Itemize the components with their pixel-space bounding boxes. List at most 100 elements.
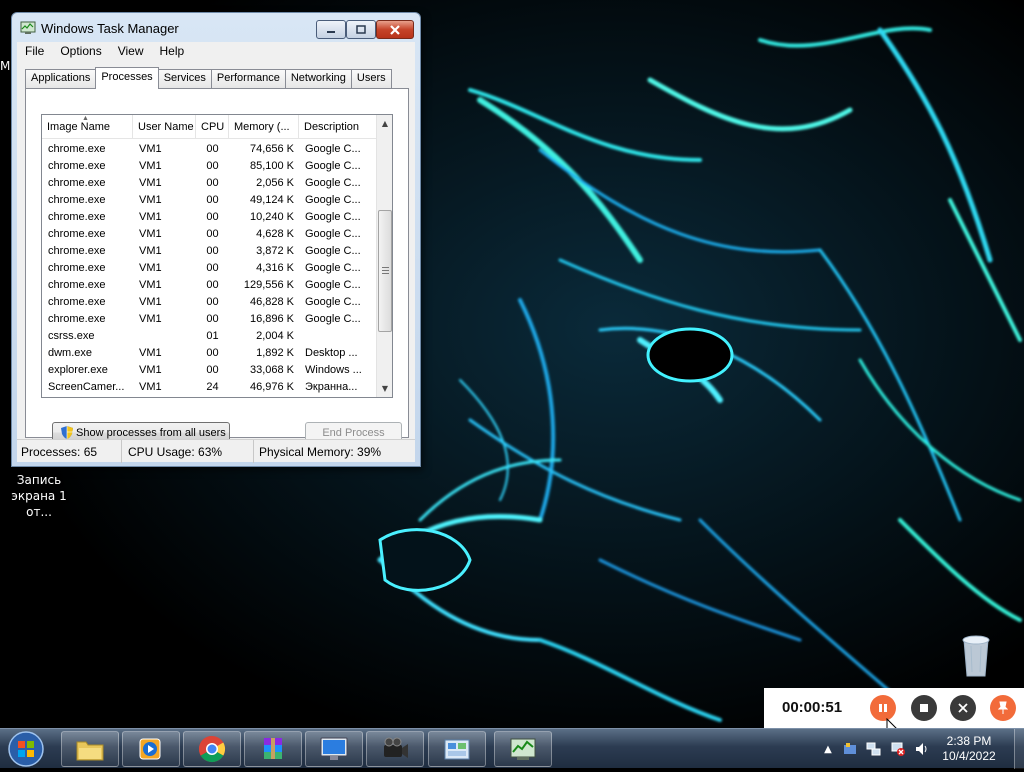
process-cpu: 00 xyxy=(206,142,219,155)
show-hidden-icons-icon[interactable]: ▲ xyxy=(820,741,836,757)
status-cpu-usage: CPU Usage: 63% xyxy=(122,440,254,463)
menu-options[interactable]: Options xyxy=(52,42,109,62)
process-user: VM1 xyxy=(139,380,162,393)
table-row[interactable]: chrome.exe VM1 00 49,124 K Google C... xyxy=(42,191,377,208)
chrome-icon xyxy=(198,735,226,763)
menu-file[interactable]: File xyxy=(17,42,52,62)
column-description[interactable]: Description xyxy=(299,115,377,139)
table-row[interactable]: chrome.exe VM1 00 85,100 K Google C... xyxy=(42,157,377,174)
table-row[interactable]: chrome.exe VM1 00 4,628 K Google C... xyxy=(42,225,377,242)
process-description: Desktop ... xyxy=(305,346,358,359)
tab-applications[interactable]: Applications xyxy=(25,69,97,88)
taskbar-task-manager-button[interactable] xyxy=(494,731,552,767)
tab-performance[interactable]: Performance xyxy=(210,69,286,88)
table-row[interactable]: csrss.exe 01 2,004 K xyxy=(42,327,377,344)
media-player-icon xyxy=(139,738,161,760)
table-row[interactable]: chrome.exe VM1 00 3,872 K Google C... xyxy=(42,242,377,259)
close-button[interactable] xyxy=(376,20,414,39)
window-title: Windows Task Manager xyxy=(41,21,179,36)
volume-icon[interactable] xyxy=(914,741,930,757)
show-desktop-button[interactable] xyxy=(1014,729,1024,769)
process-memory: 129,556 K xyxy=(243,278,294,291)
process-list[interactable]: ▲ Image Name User Name CPU Memory (... D… xyxy=(41,114,393,398)
stop-recording-button[interactable] xyxy=(911,695,937,721)
table-row[interactable]: chrome.exe VM1 00 16,896 K Google C... xyxy=(42,310,377,327)
taskbar-winrar-button[interactable] xyxy=(244,731,302,767)
scroll-up-icon[interactable]: ▲ xyxy=(377,115,392,132)
process-description: Google C... xyxy=(305,278,361,291)
process-description: Google C... xyxy=(305,261,361,274)
notification-area: ▲ 2:38 PM 10/4/2022 xyxy=(816,729,1024,769)
process-cpu: 01 xyxy=(206,329,219,342)
tab-users[interactable]: Users xyxy=(350,69,392,88)
column-image-name[interactable]: ▲ Image Name xyxy=(42,115,133,139)
network-warning-icon[interactable] xyxy=(890,741,906,757)
minimize-button[interactable] xyxy=(316,20,346,39)
start-button[interactable] xyxy=(6,729,46,769)
winrar-icon xyxy=(264,738,282,759)
column-memory[interactable]: Memory (... xyxy=(229,115,299,139)
recycle-bin-icon xyxy=(962,635,990,677)
uac-shield-icon xyxy=(61,426,73,439)
table-row[interactable]: dwm.exe VM1 00 1,892 K Desktop ... xyxy=(42,344,377,361)
status-bar: Processes: 65 CPU Usage: 63% Physical Me… xyxy=(17,439,415,463)
system-clock[interactable]: 2:38 PM 10/4/2022 xyxy=(934,734,1004,764)
table-row[interactable]: chrome.exe VM1 00 46,828 K Google C... xyxy=(42,293,377,310)
show-all-processes-label: Show processes from all users xyxy=(76,426,226,439)
taskbar: ▲ 2:38 PM 10/4/2022 xyxy=(0,728,1024,769)
network-icon[interactable] xyxy=(866,741,882,757)
process-name: chrome.exe xyxy=(48,312,106,325)
table-row[interactable]: chrome.exe VM1 00 10,240 K Google C... xyxy=(42,208,377,225)
taskbar-monitor-button[interactable] xyxy=(305,731,363,767)
column-cpu-label: CPU xyxy=(201,121,225,133)
tab-services[interactable]: Services xyxy=(157,69,212,88)
column-user-name-label: User Name xyxy=(138,121,194,133)
task-manager-icon xyxy=(20,21,36,34)
table-row[interactable]: ScreenCamer... VM1 24 46,976 K Экранна... xyxy=(42,378,377,395)
process-user: VM1 xyxy=(139,312,162,325)
table-row[interactable]: chrome.exe VM1 00 74,656 K Google C... xyxy=(42,140,377,157)
taskbar-control-panel-button[interactable] xyxy=(428,731,486,767)
recording-icon-label-1: Запись xyxy=(16,473,62,487)
minimize-icon xyxy=(327,30,335,33)
column-user-name[interactable]: User Name xyxy=(133,115,196,139)
menu-view[interactable]: View xyxy=(110,42,152,62)
process-memory: 4,628 K xyxy=(256,227,294,240)
recording-icon-label-2: экрана 1 от... xyxy=(11,489,67,519)
table-row[interactable]: explorer.exe VM1 00 33,068 K Windows ... xyxy=(42,361,377,378)
process-name: dwm.exe xyxy=(48,346,93,359)
column-cpu[interactable]: CPU xyxy=(196,115,229,139)
process-cpu: 00 xyxy=(206,244,219,257)
cancel-recording-button[interactable] xyxy=(950,695,976,721)
scroll-down-icon[interactable]: ▼ xyxy=(377,380,392,397)
clock-date: 10/4/2022 xyxy=(942,749,996,763)
partial-desktop-label: M xyxy=(0,59,11,73)
desktop-icon-recycle-bin[interactable] xyxy=(952,630,1000,681)
taskbar-explorer-button[interactable] xyxy=(61,731,119,767)
process-cpu: 00 xyxy=(206,227,219,240)
process-cpu: 00 xyxy=(206,363,219,376)
process-description: Экранна... xyxy=(305,380,358,393)
scrollbar-thumb[interactable] xyxy=(378,210,392,332)
menu-help[interactable]: Help xyxy=(152,42,193,62)
maximize-button[interactable] xyxy=(346,20,376,39)
process-cpu: 00 xyxy=(206,261,219,274)
table-row[interactable]: chrome.exe VM1 00 129,556 K Google C... xyxy=(42,276,377,293)
table-row[interactable]: chrome.exe VM1 00 4,316 K Google C... xyxy=(42,259,377,276)
process-name: chrome.exe xyxy=(48,295,106,308)
tab-networking[interactable]: Networking xyxy=(284,69,352,88)
scroll-grip-icon xyxy=(382,267,389,274)
desktop-icon-recording[interactable]: Запись экрана 1 от... xyxy=(0,472,78,520)
table-row[interactable]: chrome.exe VM1 00 2,056 K Google C... xyxy=(42,174,377,191)
title-bar[interactable]: Windows Task Manager xyxy=(12,13,420,43)
tab-processes[interactable]: Processes xyxy=(95,67,159,89)
pin-toolbar-button[interactable] xyxy=(990,695,1016,721)
vertical-scrollbar[interactable]: ▲ ▼ xyxy=(376,115,392,397)
process-description: Google C... xyxy=(305,159,361,172)
pin-icon xyxy=(998,701,1008,714)
action-center-icon[interactable] xyxy=(842,741,858,757)
partial-desktop-icon[interactable]: M xyxy=(0,58,10,74)
taskbar-chrome-button[interactable] xyxy=(183,731,241,767)
taskbar-media-player-button[interactable] xyxy=(122,731,180,767)
taskbar-camera-button[interactable] xyxy=(366,731,424,767)
